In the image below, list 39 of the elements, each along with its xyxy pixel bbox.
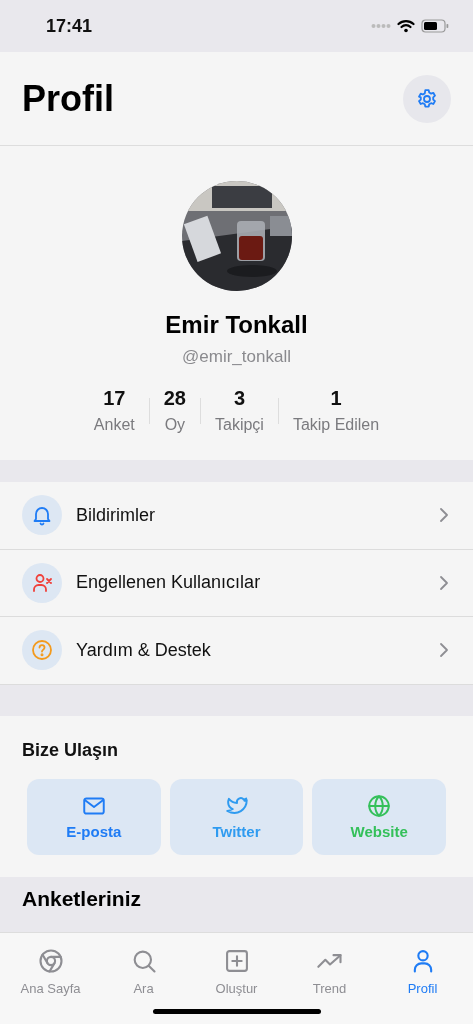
menu-label: Engellenen Kullanıcılar (76, 572, 262, 594)
stat-value: 3 (233, 387, 245, 410)
status-time: 17:41 (46, 15, 93, 37)
chevron-right-icon (439, 507, 449, 524)
stat-label: Takip Edilen (292, 416, 380, 434)
stat-label: Takipçi (215, 416, 264, 434)
signal-icon (371, 23, 391, 29)
tab-item[interactable]: Ara (97, 933, 190, 1024)
menu-item[interactable]: Bildirimler (0, 482, 473, 550)
contact-button[interactable]: Twitter (169, 778, 304, 855)
menu-label: Bildirimler (76, 504, 156, 526)
user-name: Emir Tonkall (165, 311, 308, 339)
question-icon (30, 638, 54, 663)
contact-button[interactable]: Website (312, 778, 446, 855)
page-title: Profil (22, 77, 114, 120)
menu-item[interactable]: Engellenen Kullanıcılar (0, 549, 473, 617)
menu-label: Yardım & Destek (76, 639, 212, 661)
tab-item[interactable]: Ana Sayfa (4, 933, 97, 1024)
contact-button[interactable]: E-posta (27, 778, 161, 855)
tab-item[interactable]: Profil (376, 933, 469, 1024)
globe-icon (366, 793, 393, 819)
wifi-icon (397, 19, 415, 33)
user-handle: @emir_tonkall (182, 347, 291, 367)
settings-icon (415, 86, 439, 111)
stat-label: Anket (93, 416, 135, 434)
menu-item[interactable]: Yardım & Destek (0, 617, 473, 685)
tab-item[interactable]: Oluştur (190, 933, 283, 1024)
stat-value: 1 (330, 387, 342, 410)
tab-item[interactable]: Trend (283, 933, 376, 1024)
chrome-icon (36, 947, 65, 975)
stat-value: 28 (163, 387, 186, 410)
battery-icon (421, 19, 449, 33)
settings-button[interactable] (403, 74, 451, 123)
section-title: Anketleriniz (22, 886, 143, 911)
stat-label: Oy (164, 416, 186, 434)
chevron-right-icon (439, 574, 449, 591)
section-title: Bize Ulaşın (22, 739, 120, 761)
chevron-right-icon (439, 642, 449, 659)
stat-value: 17 (103, 387, 126, 410)
